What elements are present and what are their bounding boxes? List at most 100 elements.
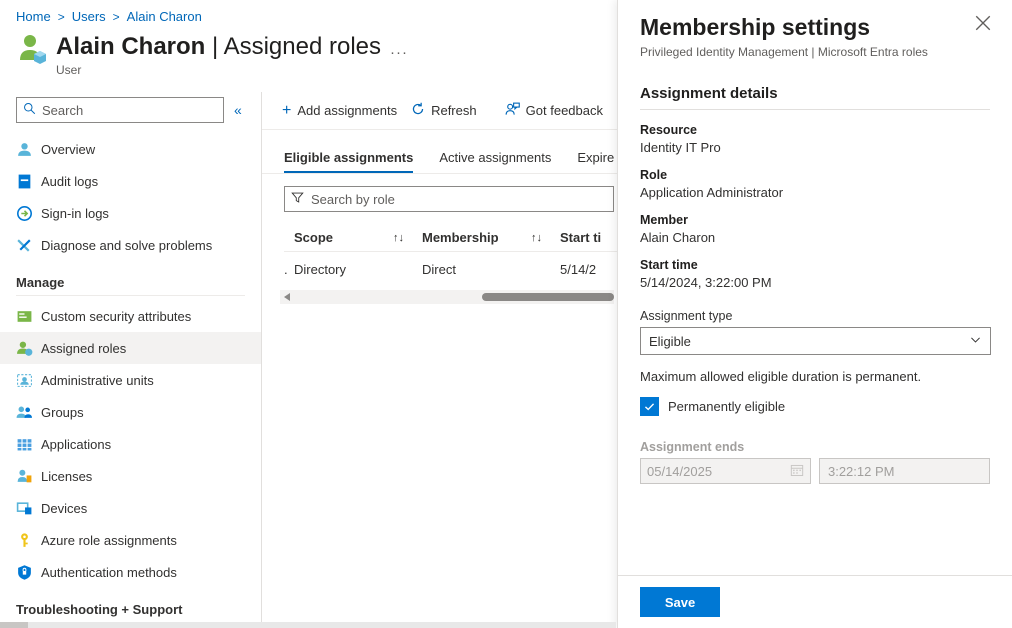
sidebar-item-authentication-methods[interactable]: Authentication methods <box>0 556 261 588</box>
sidebar-item-groups[interactable]: Groups <box>0 396 261 428</box>
table-header-scope[interactable]: Scope ↑↓ <box>294 230 422 245</box>
app-root: Home > Users > Alain Charon Alain Charon… <box>0 0 1012 628</box>
table-cell-start-time: 5/14/2 <box>560 262 617 277</box>
sidebar-item-licenses[interactable]: Licenses <box>0 460 261 492</box>
assignment-details-heading: Assignment details <box>640 85 990 110</box>
assignment-ends-label: Assignment ends <box>640 440 990 454</box>
assignment-ends-date-value: 05/14/2025 <box>647 464 712 479</box>
page-scrollbar-thumb[interactable] <box>0 622 28 628</box>
sidebar-item-label: Applications <box>41 437 111 452</box>
detail-value: Alain Charon <box>640 230 990 245</box>
scrollbar-thumb[interactable] <box>482 293 614 301</box>
breadcrumb-item-alain-charon[interactable]: Alain Charon <box>127 9 202 24</box>
page-title-name: Alain Charon <box>56 33 205 60</box>
diagnose-icon <box>16 237 33 254</box>
search-input[interactable]: Search <box>16 97 224 123</box>
licenses-icon <box>16 468 33 485</box>
refresh-icon <box>411 102 425 119</box>
sidebar-item-label: Diagnose and solve problems <box>41 238 212 253</box>
applications-icon <box>16 436 33 453</box>
table-header-membership-label: Membership <box>422 230 499 245</box>
table-horizontal-scrollbar[interactable] <box>280 290 614 304</box>
save-button[interactable]: Save <box>640 587 720 617</box>
sidebar-item-audit-logs[interactable]: Audit logs <box>0 165 261 197</box>
sidebar-item-applications[interactable]: Applications <box>0 428 261 460</box>
panel-subtitle: Privileged Identity Management | Microso… <box>640 45 994 59</box>
close-icon[interactable] <box>974 14 996 36</box>
assignment-type-label: Assignment type <box>640 309 990 323</box>
sidebar-item-label: Devices <box>41 501 87 516</box>
permanently-eligible-label: Permanently eligible <box>668 399 785 414</box>
assignments-tabs: Eligible assignments Active assignments … <box>262 138 617 174</box>
sidebar-item-label: Overview <box>41 142 95 157</box>
tab-eligible-assignments[interactable]: Eligible assignments <box>284 150 413 173</box>
sidebar-item-label: Sign-in logs <box>41 206 109 221</box>
table-header-scope-label: Scope <box>294 230 333 245</box>
refresh-button[interactable]: Refresh <box>411 102 491 119</box>
key-icon <box>16 532 33 549</box>
assignment-ends-inputs: 05/14/2025 3:22:12 <box>640 458 990 484</box>
table-row[interactable]: . Directory Direct 5/14/2 <box>284 252 617 286</box>
sidebar-item-label: Administrative units <box>41 373 154 388</box>
breadcrumb-item-users[interactable]: Users <box>72 9 106 24</box>
detail-resource: Resource Identity IT Pro <box>640 123 990 155</box>
sidebar-item-overview[interactable]: Overview <box>0 133 261 165</box>
sidebar-item-devices[interactable]: Devices <box>0 492 261 524</box>
filter-icon <box>291 191 304 207</box>
table-header-row: Scope ↑↓ Membership ↑↓ Start ti <box>284 224 617 252</box>
detail-label: Resource <box>640 123 990 137</box>
command-toolbar: + Add assignments Refresh <box>262 92 617 130</box>
table-header-start-time[interactable]: Start ti <box>560 230 617 245</box>
sort-icon[interactable]: ↑↓ <box>531 232 542 244</box>
sidebar-item-custom-security-attributes[interactable]: Custom security attributes <box>0 300 261 332</box>
page-title-rest: | Assigned roles <box>212 33 381 60</box>
sidebar: Search « Overview Audit logs S <box>0 92 262 628</box>
sidebar-item-administrative-units[interactable]: Administrative units <box>0 364 261 396</box>
breadcrumb-separator-icon: > <box>113 10 120 24</box>
add-assignments-button[interactable]: + Add assignments <box>282 103 411 119</box>
table-header-membership[interactable]: Membership ↑↓ <box>422 230 560 245</box>
assignment-type-select[interactable]: Eligible <box>640 327 991 355</box>
sidebar-item-label: Assigned roles <box>41 341 126 356</box>
sidebar-search-row: Search « <box>0 92 261 123</box>
search-by-role-input[interactable]: Search by role <box>284 186 614 212</box>
sidebar-item-label: Custom security attributes <box>41 309 191 324</box>
assignment-ends-field: Assignment ends 05/14/2025 <box>640 440 990 484</box>
sidebar-item-assigned-roles[interactable]: Assigned roles <box>0 332 261 364</box>
sign-in-logs-icon <box>16 205 33 222</box>
administrative-units-icon <box>16 372 33 389</box>
got-feedback-button[interactable]: Got feedback <box>505 102 617 120</box>
sidebar-item-sign-in-logs[interactable]: Sign-in logs <box>0 197 261 229</box>
scroll-left-arrow-icon[interactable] <box>284 293 290 301</box>
sidebar-group-troubleshooting: Troubleshooting + Support <box>0 588 261 622</box>
page-subtitle: User <box>56 63 381 77</box>
refresh-label: Refresh <box>431 103 477 118</box>
add-assignments-label: Add assignments <box>297 103 397 118</box>
assignment-type-field: Assignment type Eligible <box>640 309 990 355</box>
groups-icon <box>16 404 33 421</box>
permanently-eligible-checkbox[interactable] <box>640 397 659 416</box>
page-horizontal-scrollbar[interactable] <box>0 621 1012 628</box>
sort-icon[interactable]: ↑↓ <box>393 232 404 244</box>
breadcrumb-item-home[interactable]: Home <box>16 9 51 24</box>
sidebar-item-diagnose-and-solve-problems[interactable]: Diagnose and solve problems <box>0 229 261 261</box>
tab-expired-assignments[interactable]: Expire <box>577 150 614 173</box>
sidebar-group-divider <box>16 295 245 296</box>
detail-label: Start time <box>640 258 990 272</box>
page-scrollbar-track[interactable] <box>0 622 616 628</box>
detail-label: Member <box>640 213 990 227</box>
permanently-eligible-checkbox-row[interactable]: Permanently eligible <box>640 397 990 416</box>
tab-active-assignments[interactable]: Active assignments <box>439 150 551 173</box>
calendar-icon <box>790 463 804 480</box>
collapse-sidebar-button[interactable]: « <box>234 103 242 117</box>
chevron-down-icon <box>969 333 982 349</box>
sidebar-item-label: Authentication methods <box>41 565 177 580</box>
table-cell-prefix: . <box>284 262 294 277</box>
max-duration-note: Maximum allowed eligible duration is per… <box>640 369 990 384</box>
sidebar-item-azure-role-assignments[interactable]: Azure role assignments <box>0 524 261 556</box>
overview-user-icon <box>16 141 33 158</box>
assignment-ends-date-input: 05/14/2025 <box>640 458 811 484</box>
more-options-button[interactable]: ··· <box>390 44 408 61</box>
plus-icon: + <box>282 103 291 119</box>
page-title-texts: Alain Charon | Assigned roles User <box>56 32 381 77</box>
